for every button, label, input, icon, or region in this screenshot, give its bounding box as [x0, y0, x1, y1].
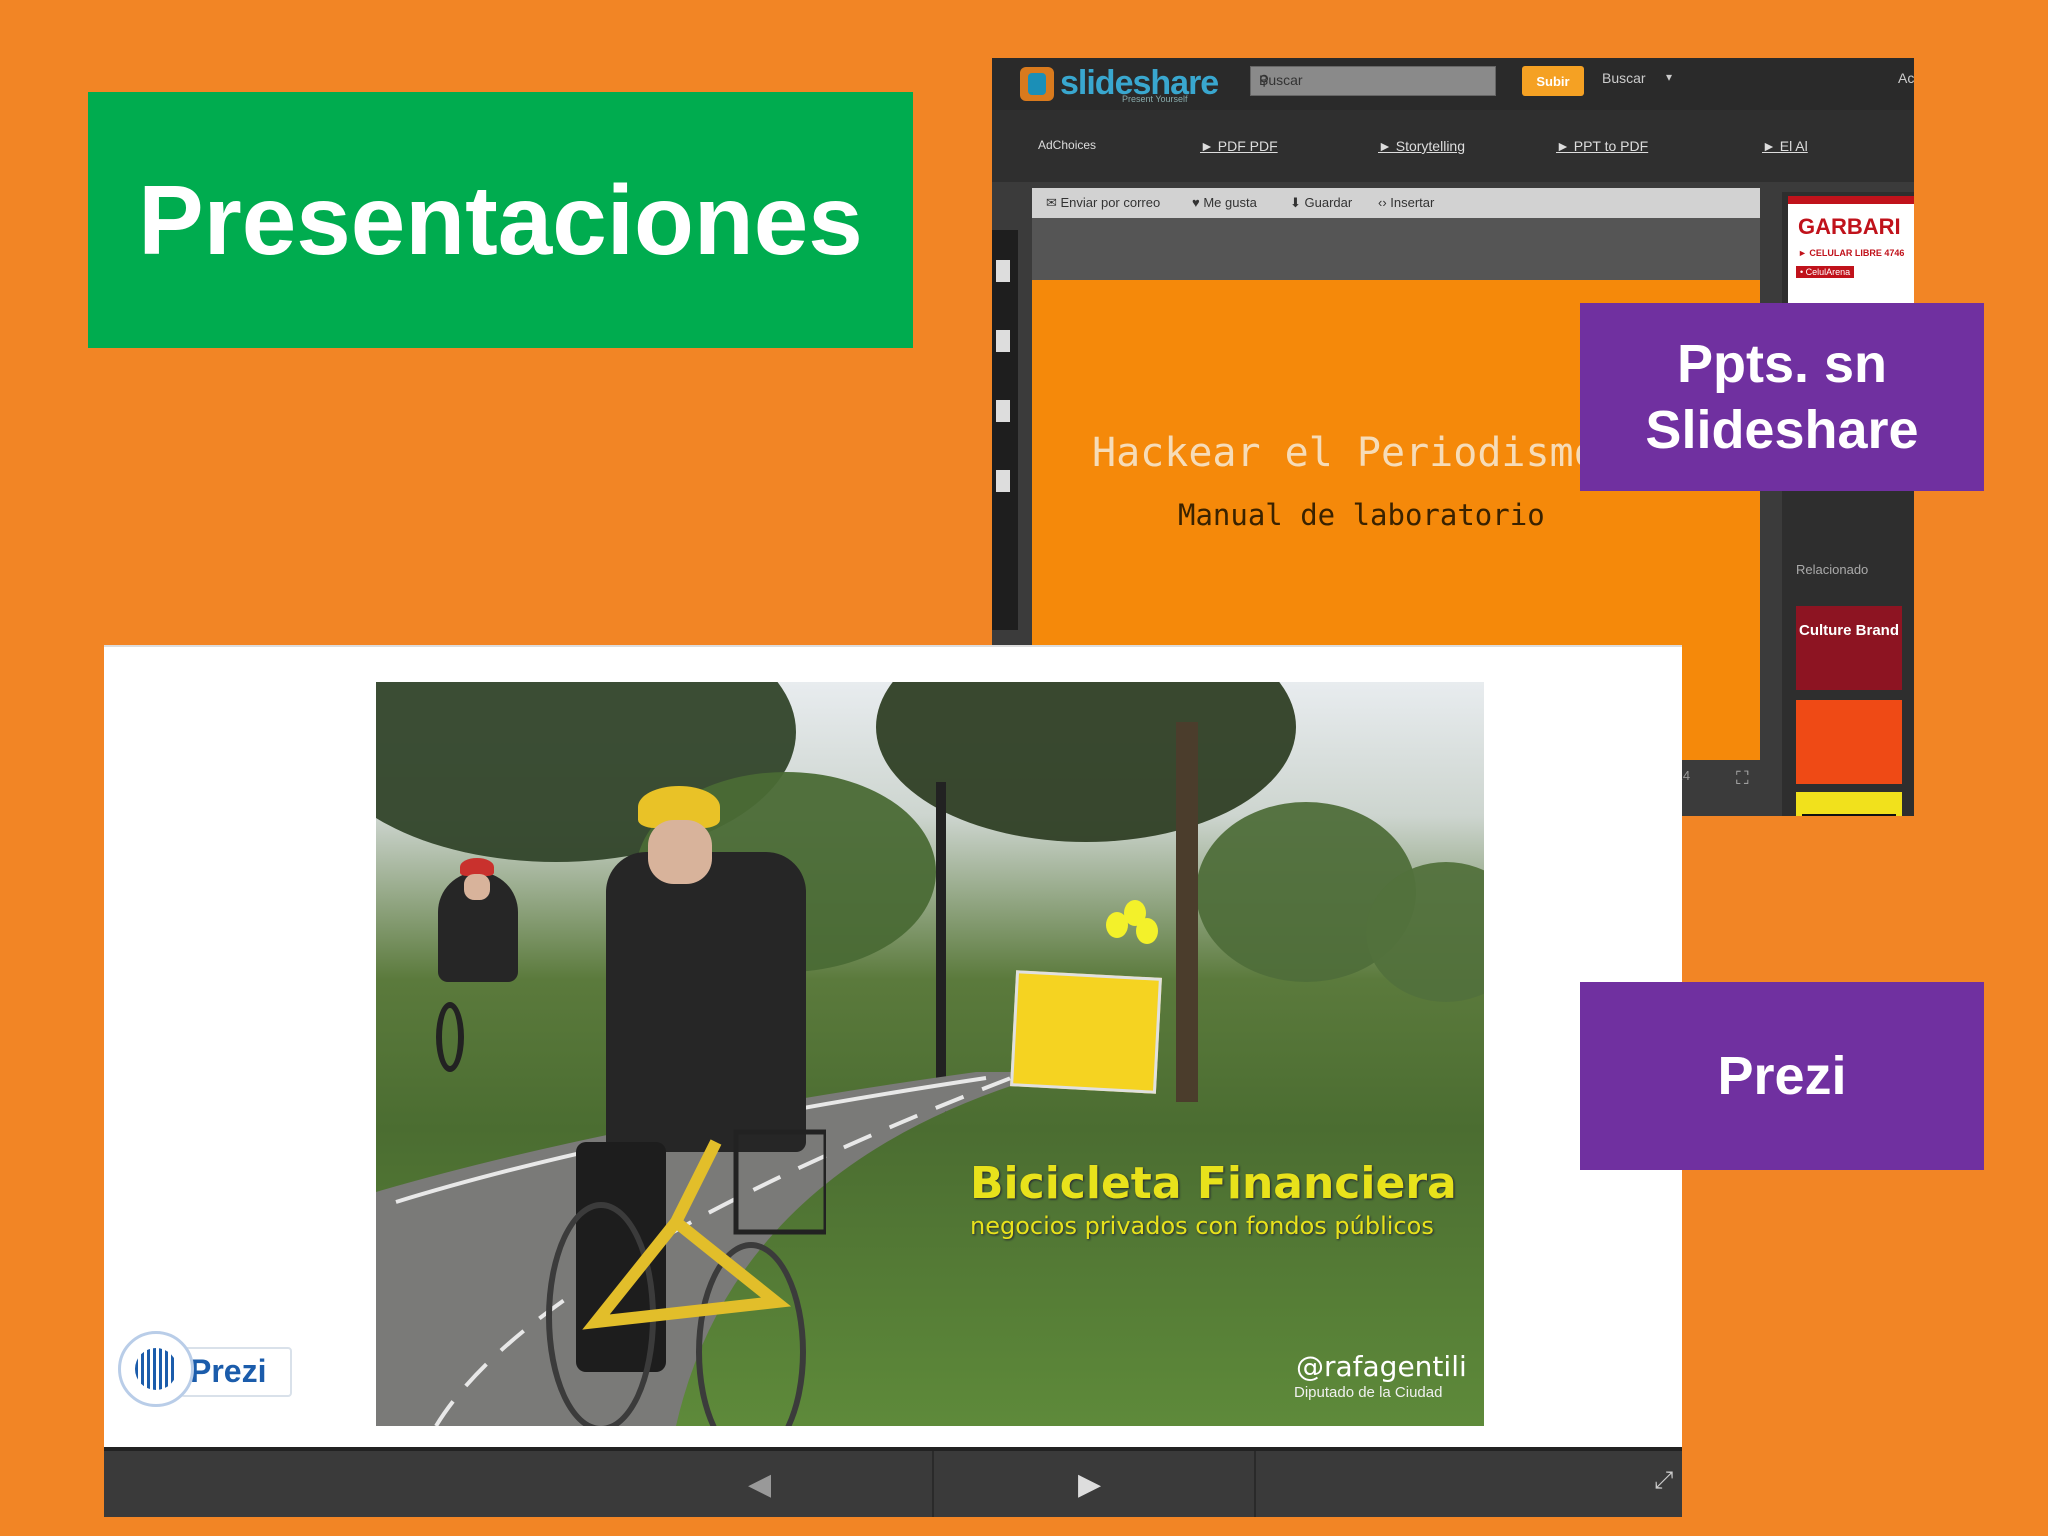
related-thumb[interactable]: Culture Brand	[1796, 606, 1902, 690]
strip-item[interactable]	[996, 260, 1010, 282]
photo-handle: @rafagentili	[1296, 1350, 1467, 1383]
photo-credit: Diputado de la Ciudad	[1294, 1384, 1443, 1401]
related-thumb[interactable]	[1796, 792, 1902, 816]
photo-title: Bicicleta Financiera	[970, 1158, 1457, 1209]
embed-button[interactable]: ‹› Insertar	[1378, 195, 1434, 210]
search-menu[interactable]: Buscar	[1602, 70, 1646, 86]
ad-links-bar: AdChoices ► PDF PDF ► Storytelling ► PPT…	[992, 110, 1914, 182]
account-link[interactable]: Ac	[1898, 70, 1914, 86]
fullscreen-icon[interactable]: ⛶	[1736, 768, 1749, 789]
related-heading: Relacionado	[1796, 562, 1869, 577]
prezi-logo-text: Prezi	[190, 1353, 267, 1389]
bike-frame	[582, 1129, 826, 1330]
upload-button[interactable]: Subir	[1522, 66, 1584, 96]
slide-title: Presentaciones	[138, 164, 863, 275]
callout-prezi: Prezi	[1580, 982, 1984, 1170]
slide: Presentaciones slideshare Present Yourse…	[0, 0, 2048, 1536]
expand-icon[interactable]: ⤢	[1654, 1467, 1673, 1495]
title-box: Presentaciones	[88, 92, 913, 348]
adchoices-link[interactable]: AdChoices	[1038, 138, 1096, 152]
prezi-controls: ◀ ▶ ⤢	[104, 1447, 1682, 1517]
ad-line: ► CELULAR LIBRE 4746	[1798, 248, 1905, 258]
ad-link-pdf[interactable]: ► PDF PDF	[1200, 138, 1278, 154]
prezi-logo[interactable]: Prezi	[114, 1331, 294, 1411]
prezi-logo-icon	[118, 1331, 194, 1407]
banner	[1010, 970, 1162, 1094]
ad-link-ppt-to-pdf[interactable]: ► PPT to PDF	[1556, 138, 1648, 154]
slideshare-logo[interactable]: slideshare	[1020, 64, 1219, 103]
slide-preview-title: Hackear el Periodismo	[1092, 430, 1598, 476]
slideshare-header: slideshare Present Yourself Buscar ⚲ Sub…	[992, 58, 1914, 110]
slide-header-band	[1032, 218, 1760, 280]
slide-toolbar: ✉ Enviar por correo ♥ Me gusta ⬇ Guardar…	[1032, 188, 1760, 218]
save-button[interactable]: ⬇ Guardar	[1290, 195, 1352, 211]
slideshare-tagline: Present Yourself	[1122, 94, 1188, 104]
ad-button[interactable]: • CelulArena	[1796, 266, 1855, 278]
strip-item[interactable]	[996, 330, 1010, 352]
strip-item[interactable]	[996, 470, 1010, 492]
prezi-logo-badge: Prezi	[180, 1347, 292, 1397]
strip-item[interactable]	[996, 400, 1010, 422]
related-thumb-label: Culture Brand	[1798, 622, 1899, 639]
slideshare-logo-icon	[1020, 66, 1054, 101]
like-button[interactable]: ♥ Me gusta	[1192, 195, 1257, 210]
prezi-screenshot: Bicicleta Financiera negocios privados c…	[104, 645, 1682, 1517]
arrow-left-icon[interactable]: ◀	[748, 1467, 771, 1502]
sidebar: GARBARI ► CELULAR LIBRE 4746 • CelulAren…	[1782, 192, 1914, 816]
ad-card[interactable]: GARBARI ► CELULAR LIBRE 4746 • CelulAren…	[1788, 196, 1914, 320]
email-button[interactable]: ✉ Enviar por correo	[1046, 195, 1160, 211]
ad-link-el-al[interactable]: ► El Al	[1762, 138, 1808, 154]
related-thumb[interactable]	[1796, 700, 1902, 784]
slideshare-search-input[interactable]: Buscar ⚲	[1250, 66, 1496, 96]
search-icon[interactable]: ⚲	[1259, 72, 1489, 89]
prezi-photo: Bicicleta Financiera negocios privados c…	[376, 682, 1484, 1426]
ad-link-storytelling[interactable]: ► Storytelling	[1378, 138, 1465, 154]
chevron-down-icon[interactable]: ▾	[1666, 70, 1672, 84]
callout-slideshare: Ppts. sn Slideshare	[1580, 303, 1984, 491]
photo-subtitle: negocios privados con fondos públicos	[970, 1212, 1434, 1240]
slide-preview-subtitle: Manual de laboratorio	[1178, 498, 1545, 532]
ad-title: GARBARI	[1798, 214, 1901, 239]
left-strip	[992, 230, 1018, 630]
arrow-right-icon[interactable]: ▶	[1078, 1467, 1101, 1502]
